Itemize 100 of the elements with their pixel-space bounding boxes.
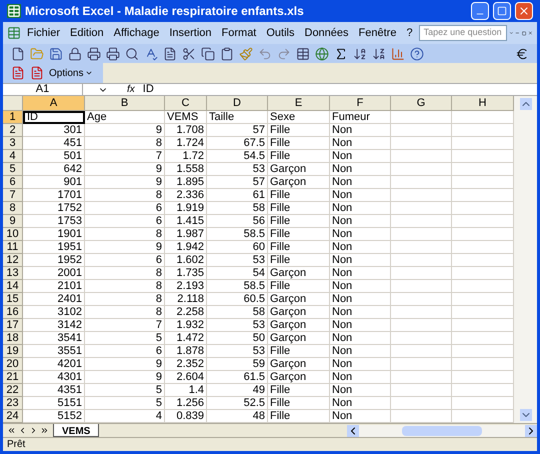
next-sheet-icon[interactable] — [29, 426, 38, 435]
options-button[interactable]: Options — [49, 66, 94, 80]
column-header[interactable]: H — [452, 96, 514, 111]
row-header[interactable]: 1 — [3, 111, 23, 124]
table-cell: 1752 — [23, 202, 85, 215]
function-label[interactable]: fx — [123, 82, 139, 97]
row-header[interactable]: 19 — [3, 345, 23, 358]
table-cell: 8 — [85, 228, 165, 241]
row-header[interactable]: 20 — [3, 358, 23, 371]
scroll-up-icon[interactable] — [520, 98, 532, 110]
euro-icon[interactable] — [515, 46, 529, 60]
row-header[interactable]: 3 — [3, 137, 23, 150]
table-cell: 8 — [85, 267, 165, 280]
help-icon[interactable] — [410, 46, 424, 60]
row-header[interactable]: 10 — [3, 228, 23, 241]
table-cell: 3142 — [23, 319, 85, 332]
document-icon[interactable] — [11, 66, 25, 80]
sum-icon[interactable] — [334, 46, 348, 60]
table-icon[interactable] — [296, 46, 310, 60]
minimize-button[interactable] — [471, 2, 489, 20]
row-header[interactable]: 5 — [3, 163, 23, 176]
row-header[interactable]: 9 — [3, 215, 23, 228]
table-cell: 4201 — [23, 358, 85, 371]
report-icon[interactable] — [30, 66, 44, 80]
menu-item[interactable]: Données — [300, 24, 353, 42]
row-header[interactable]: 6 — [3, 176, 23, 189]
name-box[interactable]: A1 — [3, 84, 83, 95]
sort-descending-icon[interactable] — [372, 46, 386, 60]
row-header[interactable]: 12 — [3, 254, 23, 267]
column-header[interactable]: C — [165, 96, 207, 111]
table-cell: Non — [330, 176, 391, 189]
column-header[interactable]: B — [85, 96, 165, 111]
row-header[interactable]: 17 — [3, 319, 23, 332]
menu-item[interactable]: Fichier — [23, 24, 64, 42]
row-header[interactable]: 24 — [3, 410, 23, 423]
scroll-left-icon[interactable] — [347, 424, 359, 436]
table-cell: 67.5 — [207, 137, 268, 150]
sheet-tab[interactable]: VEMS — [53, 424, 100, 437]
menu-item[interactable]: Format — [218, 24, 260, 42]
table-cell: Non — [330, 215, 391, 228]
paste-icon[interactable] — [220, 46, 234, 60]
menu-item[interactable]: Outils — [262, 24, 298, 42]
column-header[interactable]: G — [391, 96, 452, 111]
row-header[interactable]: 4 — [3, 150, 23, 163]
table-cell: 60 — [207, 241, 268, 254]
row-header[interactable]: 15 — [3, 293, 23, 306]
row-header[interactable]: 2 — [3, 124, 23, 137]
horizontal-scrollbar[interactable] — [347, 424, 537, 436]
maximize-button[interactable] — [493, 2, 511, 20]
formula-field[interactable]: ID — [138, 81, 537, 98]
first-sheet-icon[interactable] — [7, 426, 16, 435]
column-header[interactable]: F — [330, 96, 391, 111]
table-cell: Non — [330, 319, 391, 332]
row-header[interactable]: 8 — [3, 202, 23, 215]
copy-icon[interactable] — [201, 46, 215, 60]
table-cell: Non — [330, 137, 391, 150]
table-cell: 9 — [85, 176, 165, 189]
spelling-icon[interactable] — [144, 46, 158, 60]
column-header[interactable]: D — [207, 96, 268, 111]
print-icon[interactable] — [106, 46, 120, 60]
menu-item[interactable]: Fenêtre — [354, 24, 400, 42]
table-cell: Garçon — [268, 371, 330, 384]
empty-cell — [391, 215, 452, 228]
table-cell: 1.472 — [165, 332, 207, 345]
row-header[interactable]: 14 — [3, 280, 23, 293]
workbook-icon[interactable] — [7, 26, 21, 40]
previous-sheet-icon[interactable] — [18, 426, 27, 435]
close-icon — [518, 5, 530, 17]
vertical-scrollbar[interactable] — [514, 96, 537, 423]
sort-ascending-icon[interactable] — [353, 46, 367, 60]
row-header[interactable]: 7 — [3, 189, 23, 202]
menu-item[interactable]: Affichage — [110, 24, 164, 42]
scissors-icon[interactable] — [182, 46, 196, 60]
chart-icon[interactable] — [391, 46, 405, 60]
last-sheet-icon[interactable] — [40, 426, 49, 435]
menu-item[interactable]: ? — [402, 24, 417, 42]
save-icon[interactable] — [49, 46, 63, 60]
new-file-icon[interactable] — [11, 46, 25, 60]
menu-item[interactable]: Insertion — [165, 24, 216, 42]
globe-icon[interactable] — [315, 46, 329, 60]
scroll-down-icon[interactable] — [520, 409, 532, 421]
column-header[interactable]: A — [23, 96, 85, 111]
help-search-field[interactable]: Tapez une question — [418, 25, 507, 41]
row-header[interactable]: 13 — [3, 267, 23, 280]
table-cell: 9 — [85, 241, 165, 254]
row-header[interactable]: 22 — [3, 384, 23, 397]
restore-icon[interactable] — [522, 28, 526, 38]
column-header[interactable]: E — [268, 96, 330, 111]
print-preview-icon[interactable] — [125, 46, 139, 60]
table-cell: Sexe — [268, 111, 330, 124]
row-header[interactable]: 21 — [3, 371, 23, 384]
empty-cell — [391, 124, 452, 137]
row-header[interactable]: 18 — [3, 332, 23, 345]
row-header[interactable]: 16 — [3, 306, 23, 319]
row-header[interactable]: 11 — [3, 241, 23, 254]
menu-item[interactable]: Edition — [66, 24, 108, 42]
close-button[interactable] — [515, 2, 533, 20]
scroll-thumb[interactable] — [402, 426, 482, 436]
scroll-right-icon[interactable] — [525, 424, 537, 436]
row-header[interactable]: 23 — [3, 397, 23, 410]
